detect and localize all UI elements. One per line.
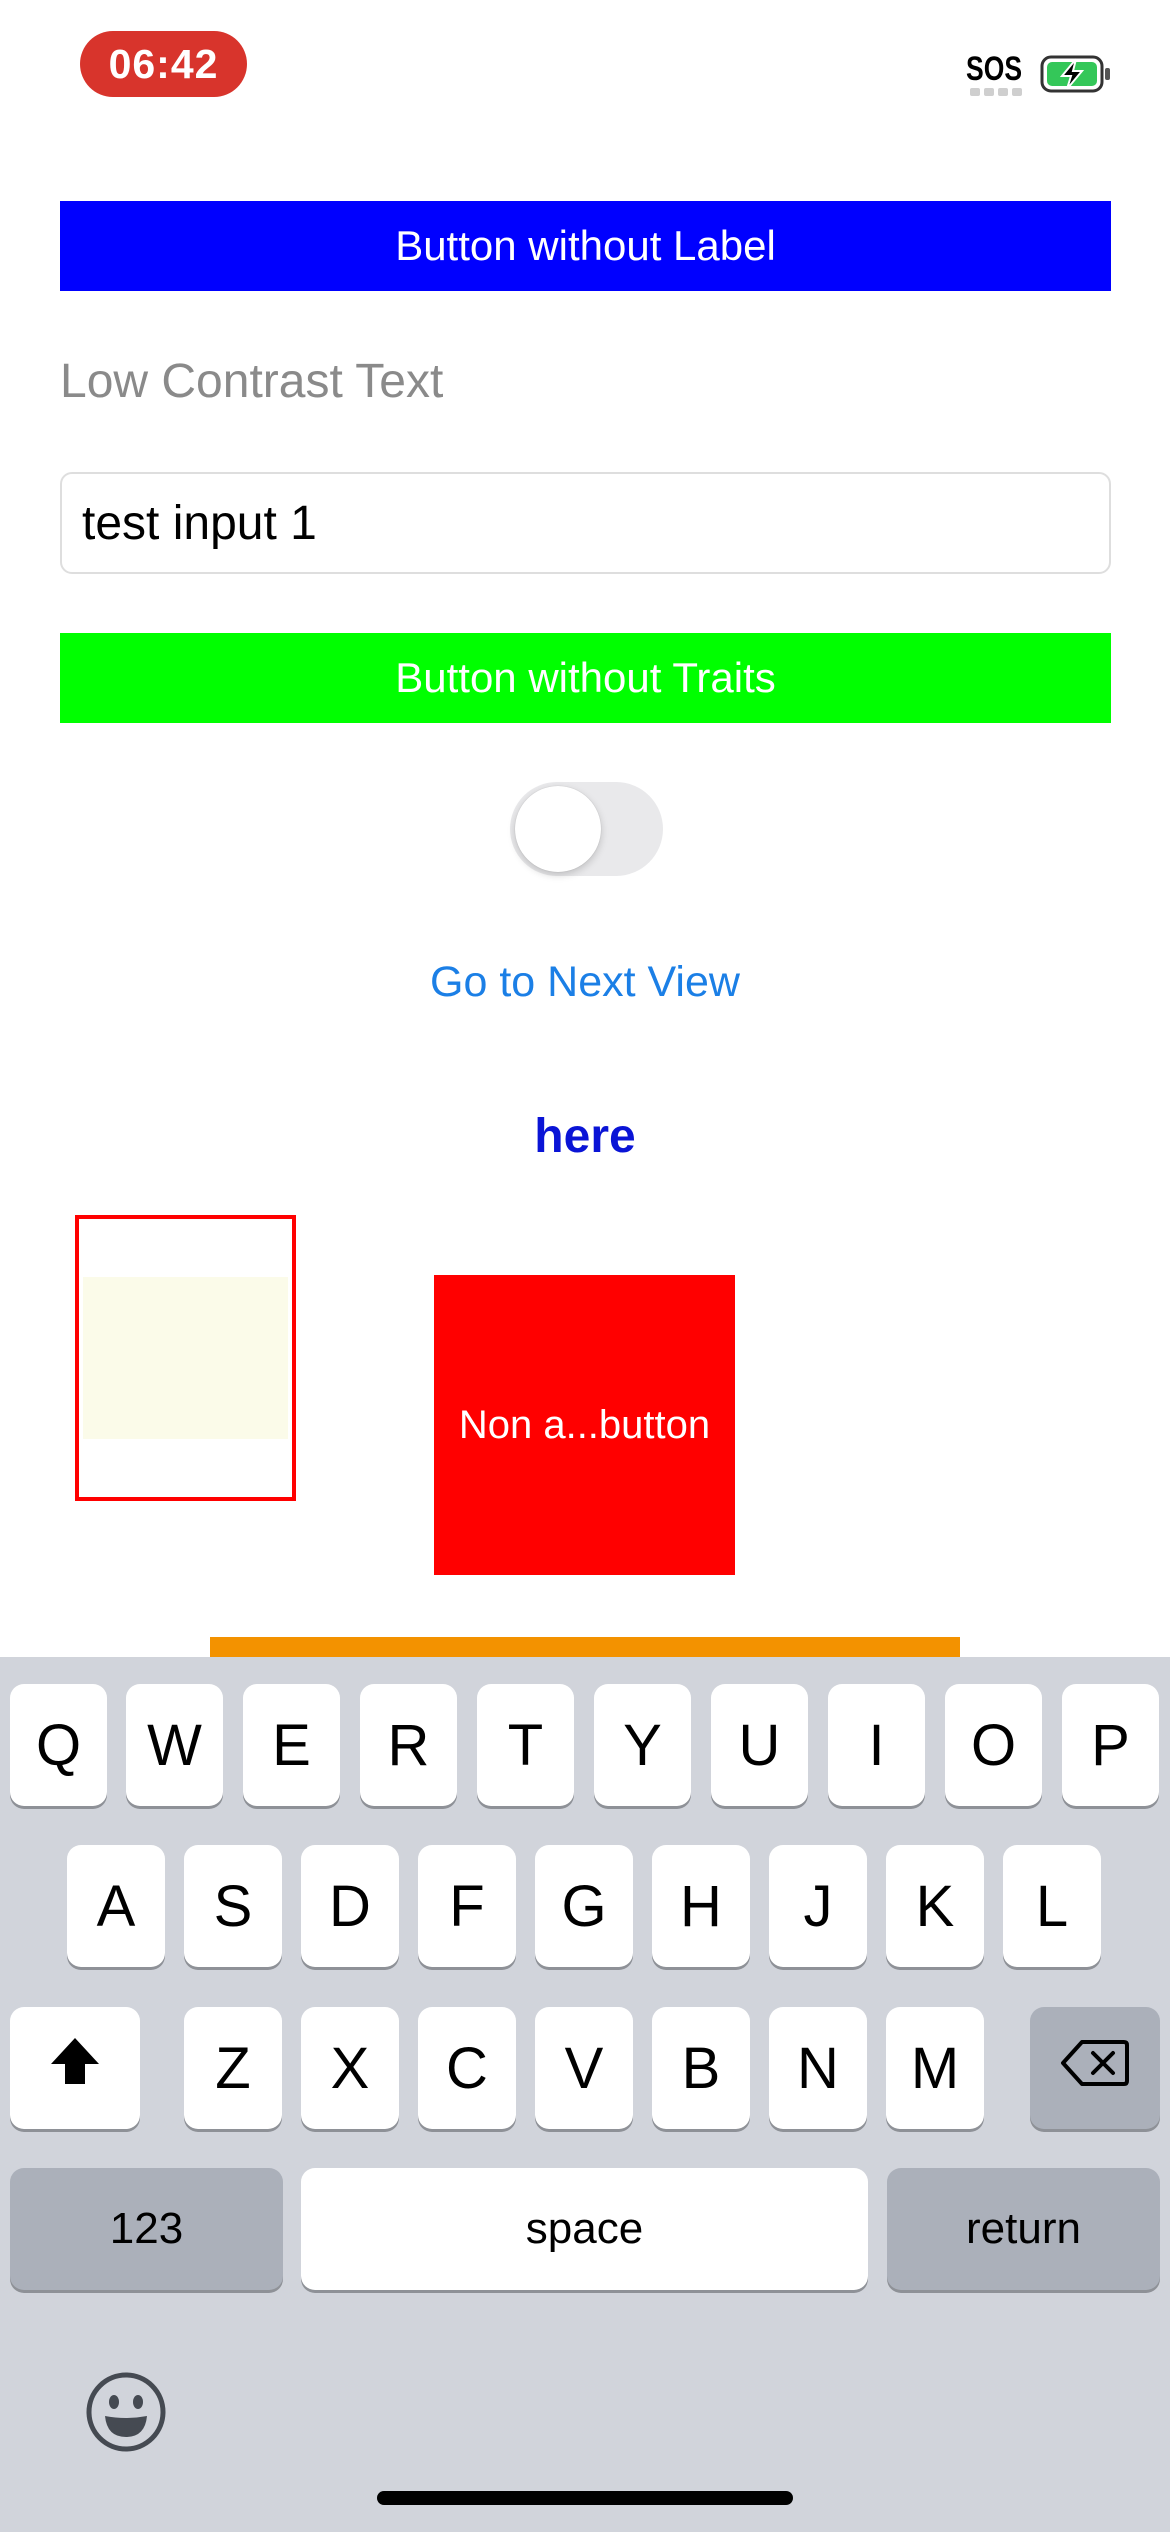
- toggle-knob[interactable]: [515, 786, 601, 872]
- non-accessible-button[interactable]: Non a...button: [434, 1275, 735, 1575]
- status-time: 06:42: [80, 31, 247, 97]
- button-without-label[interactable]: Button without Label: [60, 201, 1111, 291]
- shift-key[interactable]: [10, 2007, 140, 2129]
- key-z[interactable]: Z: [184, 2007, 282, 2129]
- key-v[interactable]: V: [535, 2007, 633, 2129]
- test-input-field[interactable]: test input 1: [60, 472, 1111, 574]
- go-to-next-view-link[interactable]: Go to Next View: [0, 950, 1170, 1014]
- key-p[interactable]: P: [1062, 1684, 1159, 1806]
- numbers-key[interactable]: 123: [10, 2168, 283, 2290]
- key-g[interactable]: G: [535, 1845, 633, 1967]
- key-c[interactable]: C: [418, 2007, 516, 2129]
- low-contrast-text: Low Contrast Text: [60, 355, 444, 408]
- home-indicator: [377, 2491, 793, 2505]
- key-q[interactable]: Q: [10, 1684, 107, 1806]
- input-value: test input 1: [82, 496, 317, 550]
- here-link[interactable]: here: [0, 1104, 1170, 1170]
- key-r[interactable]: R: [360, 1684, 457, 1806]
- key-l[interactable]: L: [1003, 1845, 1101, 1967]
- key-i[interactable]: I: [828, 1684, 925, 1806]
- battery-charging-icon: [1040, 54, 1112, 94]
- delete-key[interactable]: [1030, 2007, 1160, 2129]
- key-x[interactable]: X: [301, 2007, 399, 2129]
- key-m[interactable]: M: [886, 2007, 984, 2129]
- emoji-icon[interactable]: [85, 2371, 167, 2453]
- key-e[interactable]: E: [243, 1684, 340, 1806]
- key-n[interactable]: N: [769, 2007, 867, 2129]
- signal-dots: [970, 88, 1022, 96]
- key-o[interactable]: O: [945, 1684, 1042, 1806]
- image-placeholder: [83, 1277, 288, 1439]
- key-h[interactable]: H: [652, 1845, 750, 1967]
- button-without-traits[interactable]: Button without Traits: [60, 633, 1111, 723]
- keyboard: Q W E R T Y U I O P A S D F G H J K L Z …: [0, 1657, 1170, 2532]
- key-t[interactable]: T: [477, 1684, 574, 1806]
- key-s[interactable]: S: [184, 1845, 282, 1967]
- key-y[interactable]: Y: [594, 1684, 691, 1806]
- key-f[interactable]: F: [418, 1845, 516, 1967]
- key-d[interactable]: D: [301, 1845, 399, 1967]
- key-w[interactable]: W: [126, 1684, 223, 1806]
- key-a[interactable]: A: [67, 1845, 165, 1967]
- key-b[interactable]: B: [652, 2007, 750, 2129]
- shift-icon: [47, 2034, 103, 2102]
- space-key[interactable]: space: [301, 2168, 868, 2290]
- key-j[interactable]: J: [769, 1845, 867, 1967]
- return-key[interactable]: return: [887, 2168, 1160, 2290]
- delete-icon: [1060, 2035, 1130, 2102]
- key-u[interactable]: U: [711, 1684, 808, 1806]
- key-k[interactable]: K: [886, 1845, 984, 1967]
